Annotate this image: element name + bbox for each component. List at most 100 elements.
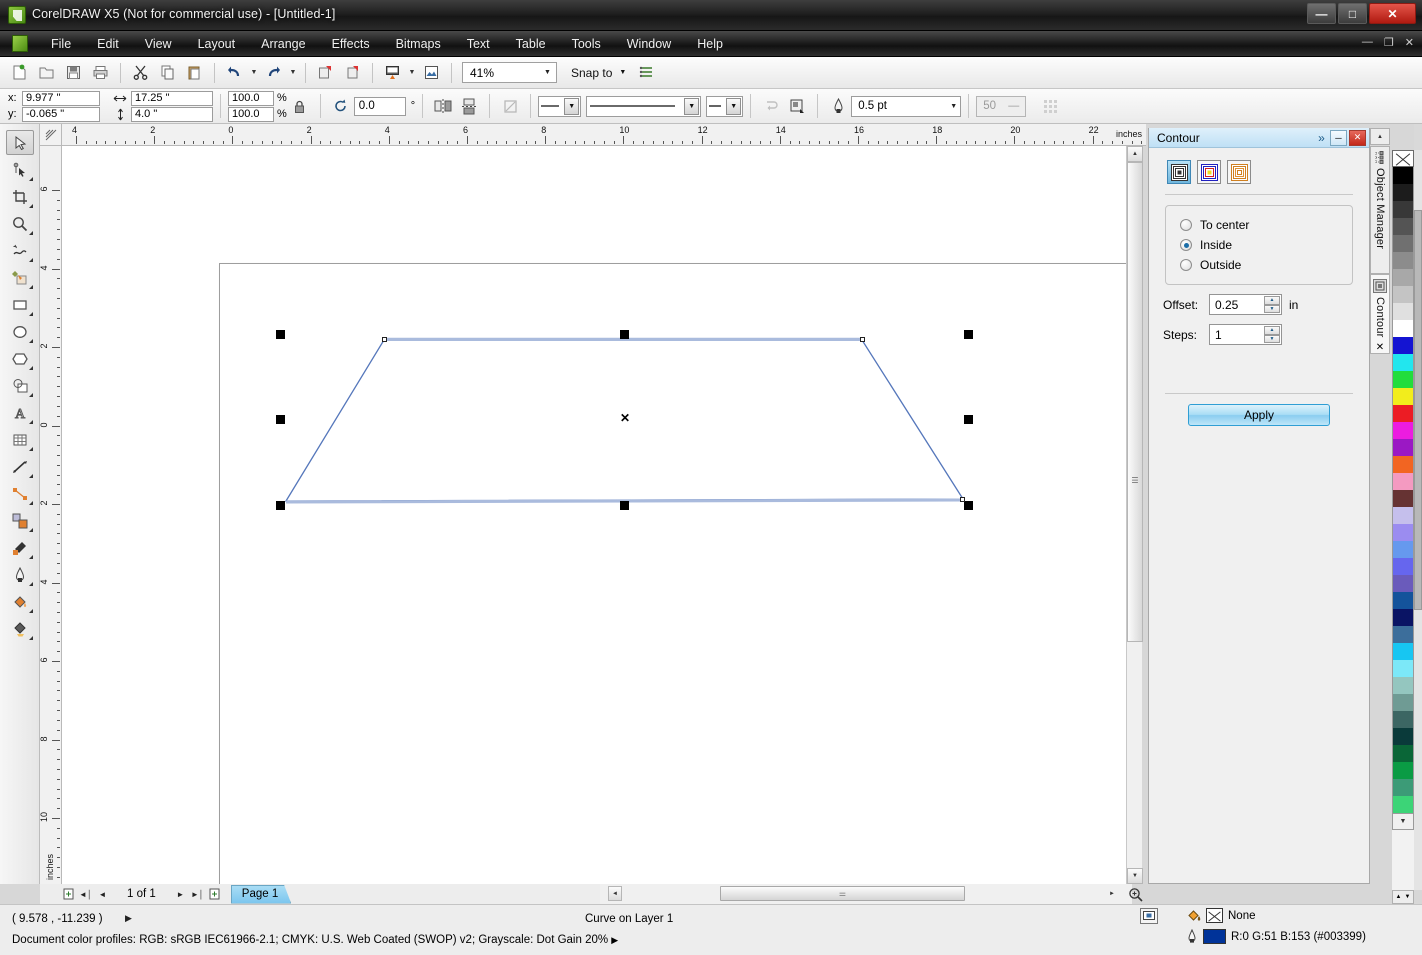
canvas-horizontal-scrollbar[interactable]: ◄ ⚌ ► [600, 884, 1132, 904]
palette-color-swatch[interactable] [1392, 796, 1414, 813]
palette-color-swatch[interactable] [1392, 779, 1414, 796]
menu-item-edit[interactable]: Edit [84, 31, 132, 57]
display-settings-icon[interactable] [1140, 908, 1158, 924]
application-launcher-icon[interactable] [379, 61, 405, 85]
side-tab-contour[interactable]: Contour ✕ [1370, 274, 1390, 354]
outline-style-selector[interactable]: ▼ [586, 95, 702, 117]
vertical-ruler[interactable]: 6 4 2 0 2 4 6 8 10 inches [40, 146, 62, 884]
menu-item-text[interactable]: Text [454, 31, 503, 57]
palette-color-swatch[interactable] [1392, 320, 1414, 337]
selection-handle-se[interactable] [964, 501, 973, 510]
profiles-expand-icon[interactable]: ▶ [611, 935, 618, 945]
outline-tool[interactable] [6, 562, 34, 587]
palette-color-swatch[interactable] [1392, 184, 1414, 201]
palette-color-swatch[interactable] [1392, 694, 1414, 711]
menu-item-arrange[interactable]: Arrange [248, 31, 318, 57]
docker-scroll-up-button[interactable]: ▲ [1370, 128, 1390, 145]
fill-tool[interactable] [6, 589, 34, 614]
drawing-canvas[interactable]: ✕ [62, 146, 1132, 884]
shape-tool[interactable] [6, 157, 34, 182]
document-icon[interactable] [12, 35, 28, 52]
smart-fill-tool[interactable] [6, 265, 34, 290]
outline-color-swatch[interactable] [1203, 929, 1226, 944]
palette-color-swatch[interactable] [1392, 541, 1414, 558]
palette-color-swatch[interactable] [1392, 269, 1414, 286]
palette-color-swatch[interactable] [1392, 235, 1414, 252]
x-position-field[interactable]: 9.977 " [22, 90, 100, 106]
crop-tool[interactable] [6, 184, 34, 209]
outline-width-field[interactable]: 0.5 pt ▼ [851, 95, 962, 117]
steps-stepper[interactable]: ▲ ▼ [1264, 326, 1280, 343]
palette-color-swatch[interactable] [1392, 507, 1414, 524]
selection-handle-ne[interactable] [964, 330, 973, 339]
interactive-fill-tool[interactable] [6, 616, 34, 641]
offset-stepper[interactable]: ▲ ▼ [1264, 296, 1280, 313]
selection-handle-w[interactable] [276, 415, 285, 424]
palette-color-swatch[interactable] [1392, 473, 1414, 490]
palette-color-swatch[interactable] [1392, 371, 1414, 388]
palette-color-swatch[interactable] [1392, 711, 1414, 728]
polygon-tool[interactable] [6, 346, 34, 371]
stepper-down-icon[interactable]: ▼ [1264, 304, 1280, 313]
radio-to-center[interactable]: To center [1166, 215, 1352, 235]
save-icon[interactable] [60, 61, 86, 85]
blend-tool[interactable] [6, 508, 34, 533]
palette-color-swatch[interactable] [1392, 201, 1414, 218]
scroll-right-button[interactable]: ► [1105, 886, 1119, 901]
chevron-down-icon[interactable]: ▼ [619, 69, 626, 76]
palette-color-swatch[interactable] [1392, 405, 1414, 422]
fill-status[interactable]: None [1186, 908, 1256, 923]
menu-item-window[interactable]: Window [614, 31, 684, 57]
mirror-horizontal-icon[interactable] [431, 95, 455, 118]
palette-scrollbar[interactable] [1414, 150, 1422, 890]
undo-dropdown-icon[interactable]: ▼ [248, 61, 260, 85]
apply-button[interactable]: Apply [1188, 404, 1330, 426]
palette-color-swatch[interactable] [1392, 660, 1414, 677]
text-wrap-icon[interactable] [785, 95, 809, 118]
palette-color-swatch[interactable] [1392, 337, 1414, 354]
radio-button-icon[interactable] [1180, 219, 1192, 231]
dimension-tool[interactable] [6, 454, 34, 479]
zoom-to-fit-icon[interactable] [1126, 885, 1144, 903]
radio-button-icon[interactable] [1180, 239, 1192, 251]
connector-tool[interactable] [6, 481, 34, 506]
rotation-field[interactable]: 0.0 [353, 96, 406, 116]
radio-inside[interactable]: Inside [1166, 235, 1352, 255]
zoom-tool[interactable] [6, 211, 34, 236]
cut-icon[interactable] [127, 61, 153, 85]
status-expand-icon[interactable]: ▶ [125, 913, 132, 924]
palette-color-swatch[interactable] [1392, 609, 1414, 626]
menu-item-bitmaps[interactable]: Bitmaps [383, 31, 454, 57]
curve-node-top-left[interactable] [382, 337, 387, 342]
horizontal-scroll-thumb[interactable]: ⚌ [720, 886, 965, 901]
menu-item-layout[interactable]: Layout [185, 31, 249, 57]
copy-icon[interactable] [154, 61, 180, 85]
curve-node-bottom-right[interactable] [960, 497, 965, 502]
palette-color-swatch[interactable] [1392, 558, 1414, 575]
add-page-after-icon[interactable] [208, 887, 221, 901]
fill-color-swatch[interactable] [1206, 908, 1223, 923]
canvas-vertical-scrollbar[interactable]: ▲ ☰ ▼ [1126, 146, 1143, 884]
rectangle-tool[interactable] [6, 292, 34, 317]
palette-color-swatch[interactable] [1392, 575, 1414, 592]
palette-color-swatch[interactable] [1392, 252, 1414, 269]
first-page-button[interactable]: ◄│ [79, 887, 92, 901]
ellipse-tool[interactable] [6, 319, 34, 344]
menu-item-effects[interactable]: Effects [319, 31, 383, 57]
chevron-down-icon[interactable]: ▼ [726, 97, 742, 115]
horizontal-ruler[interactable]: 4 2 0 2 4 6 8 10 12 14 16 18 20 22 inches [62, 124, 1146, 146]
selection-handle-e[interactable] [964, 415, 973, 424]
chevron-down-icon[interactable]: ▼ [950, 103, 957, 110]
mirror-vertical-icon[interactable] [457, 95, 481, 118]
scale-horizontal-field[interactable]: 100.0 [228, 90, 274, 106]
palette-scroll-up-icon[interactable]: ▲ [1396, 894, 1402, 900]
lock-ratio-icon[interactable] [288, 95, 312, 118]
palette-color-swatch[interactable] [1392, 643, 1414, 660]
export-icon[interactable] [339, 61, 365, 85]
menu-item-view[interactable]: View [132, 31, 185, 57]
radio-outside[interactable]: Outside [1166, 255, 1352, 275]
height-field[interactable]: 4.0 " [131, 106, 213, 122]
zoom-level-combo[interactable]: 41% ▼ [462, 62, 557, 83]
palette-more-icon[interactable]: ▼ [1392, 813, 1414, 830]
side-tab-object-manager[interactable]: Object Manager [1370, 146, 1390, 274]
